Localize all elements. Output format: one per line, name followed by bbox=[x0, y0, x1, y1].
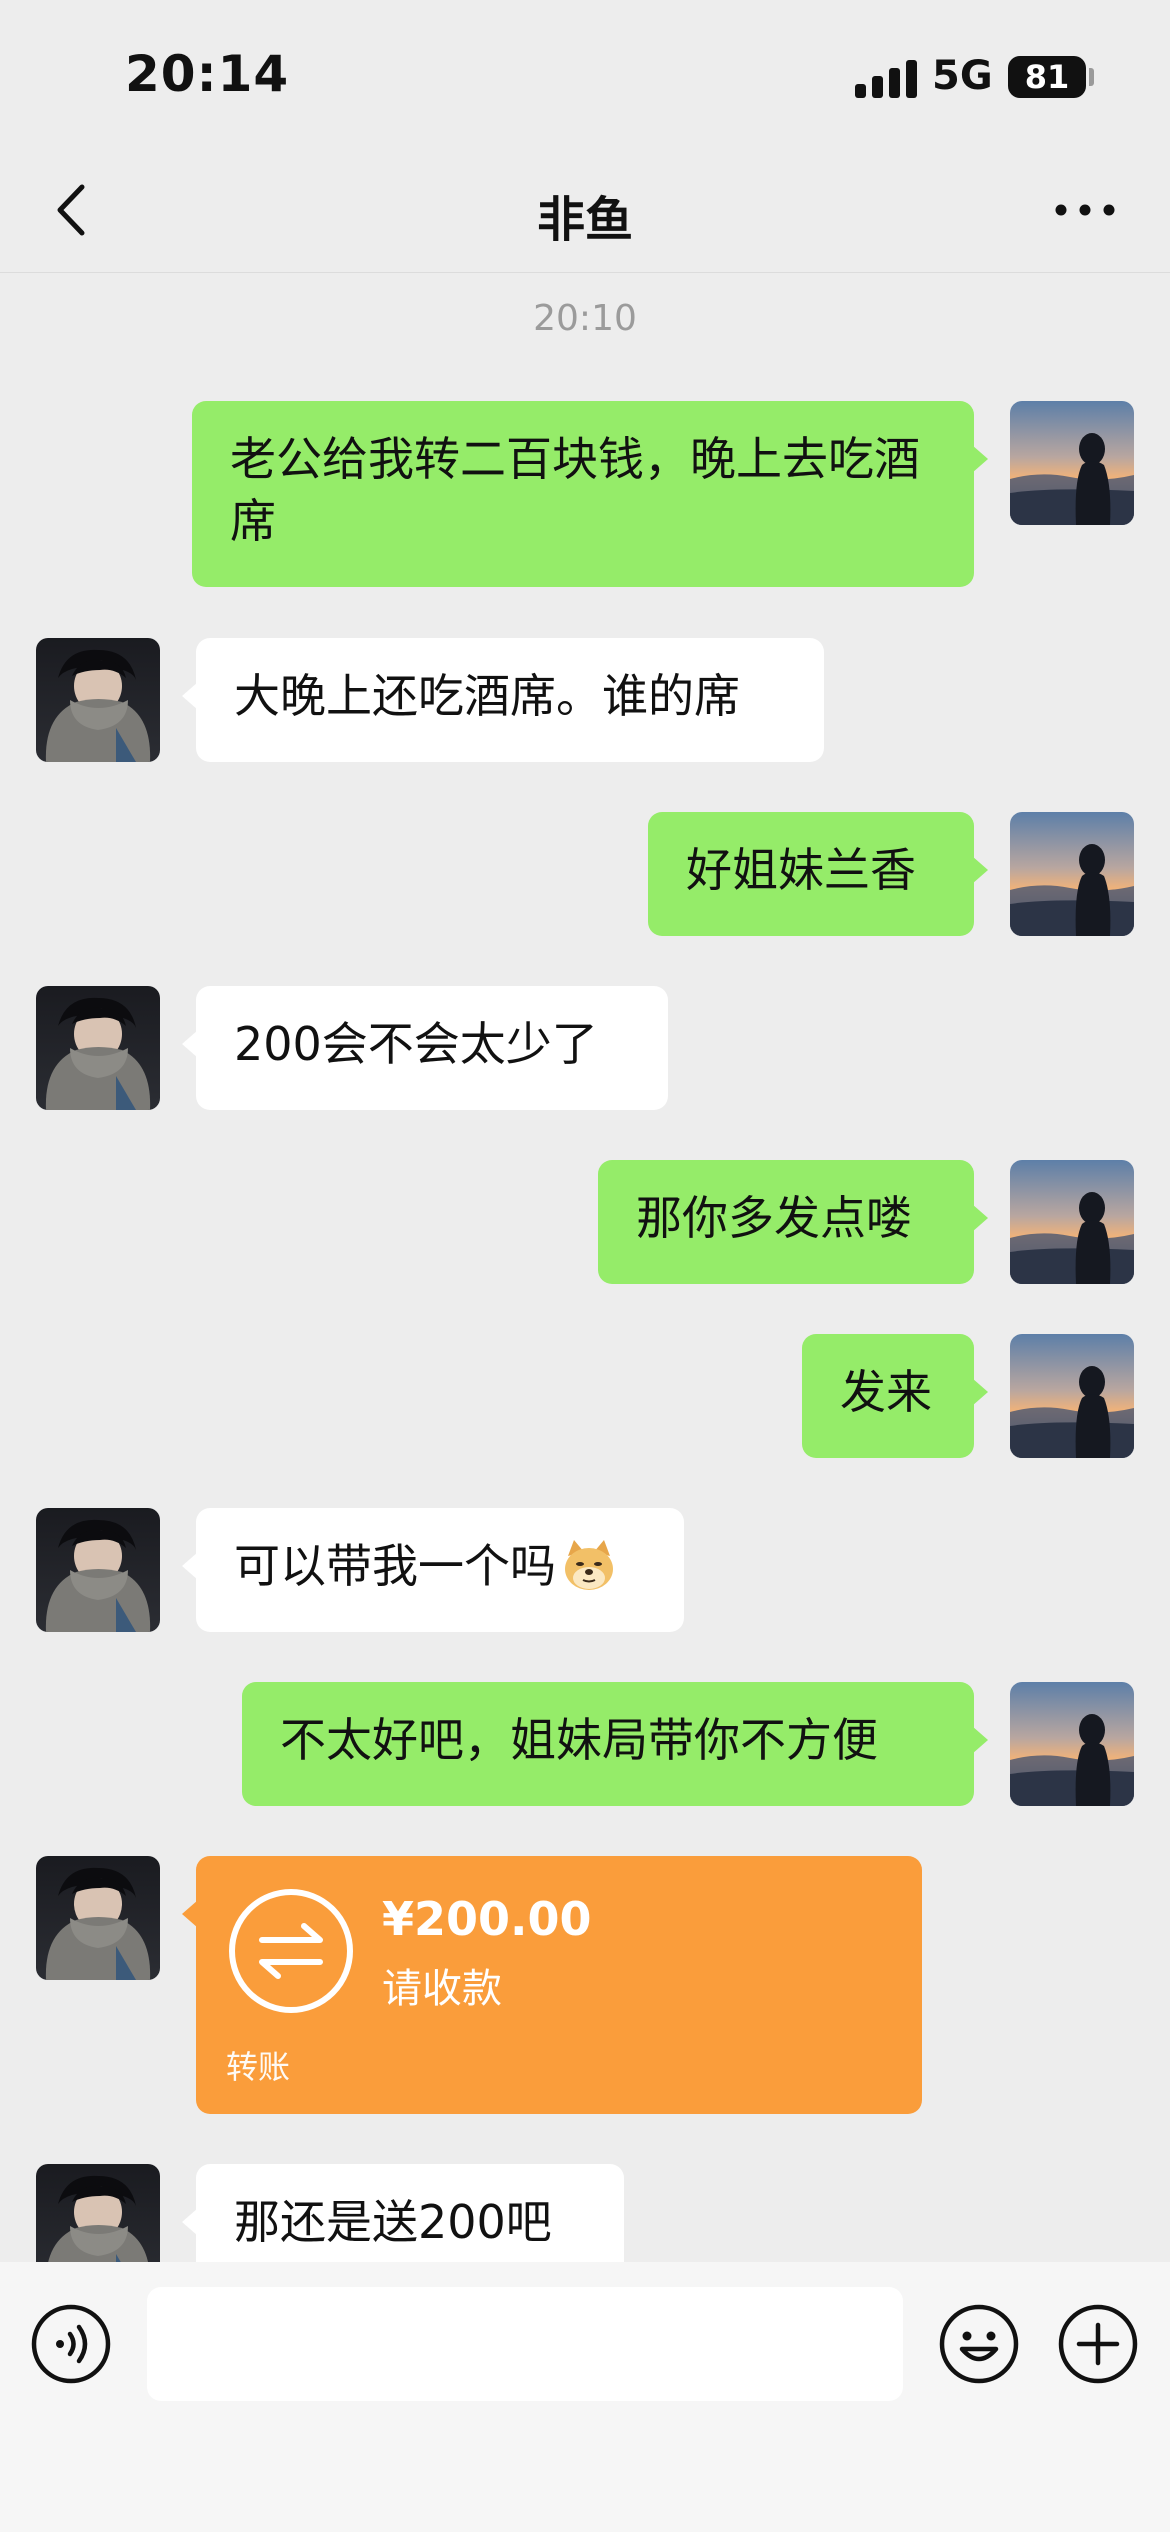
plus-icon bbox=[1058, 2304, 1138, 2384]
my-avatar[interactable] bbox=[1010, 1682, 1134, 1806]
network-type: 5G bbox=[932, 53, 993, 99]
chat-input-bar bbox=[0, 2262, 1170, 2532]
more-dots-icon bbox=[1055, 204, 1115, 216]
battery-tip bbox=[1089, 68, 1094, 86]
sent-message-bubble[interactable]: 老公给我转二百块钱，晚上去吃酒席 bbox=[192, 401, 988, 587]
emoji-button[interactable] bbox=[938, 2303, 1020, 2385]
sent-message-bubble[interactable]: 好姐妹兰香 bbox=[648, 812, 988, 936]
more-options-button[interactable] bbox=[1045, 175, 1125, 245]
received-message-bubble[interactable]: 200会不会太少了 bbox=[182, 986, 668, 1110]
contact-avatar[interactable] bbox=[36, 638, 160, 762]
my-avatar[interactable] bbox=[1010, 401, 1134, 525]
received-message-bubble[interactable]: 大晚上还吃酒席。谁的席 bbox=[182, 638, 824, 762]
signal-icon bbox=[855, 60, 917, 98]
sent-message-bubble[interactable]: 发来 bbox=[802, 1334, 988, 1458]
voice-button[interactable] bbox=[30, 2303, 112, 2385]
transfer-label: 转账 bbox=[226, 2048, 291, 2086]
voice-icon bbox=[31, 2304, 111, 2384]
message-text: 可以带我一个吗 bbox=[234, 1539, 556, 1593]
transfer-status: 请收款 bbox=[382, 1966, 502, 2012]
transfer-amount: ¥200.00 bbox=[382, 1892, 592, 1946]
battery-icon: 81 bbox=[1008, 56, 1086, 98]
status-bar: 20:14 5G 81 bbox=[0, 0, 1170, 150]
my-avatar[interactable] bbox=[1010, 1160, 1134, 1284]
money-transfer-card[interactable]: ¥200.00 请收款 转账 bbox=[182, 1856, 922, 2114]
more-actions-button[interactable] bbox=[1057, 2303, 1139, 2385]
contact-avatar[interactable] bbox=[36, 1508, 160, 1632]
sent-message-bubble[interactable]: 不太好吧，姐妹局带你不方便 bbox=[242, 1682, 988, 1806]
transfer-arrows-icon bbox=[226, 1886, 356, 2016]
message-timestamp: 20:10 bbox=[533, 298, 637, 339]
my-avatar[interactable] bbox=[1010, 812, 1134, 936]
received-message-bubble[interactable]: 可以带我一个吗 bbox=[182, 1508, 684, 1632]
my-avatar[interactable] bbox=[1010, 1334, 1134, 1458]
message-input[interactable] bbox=[147, 2287, 903, 2401]
contact-avatar[interactable] bbox=[36, 986, 160, 1110]
emoji-icon bbox=[939, 2304, 1019, 2384]
sent-message-bubble[interactable]: 那你多发点喽 bbox=[598, 1160, 988, 1284]
contact-name: 非鱼 bbox=[536, 192, 633, 248]
chat-header: 非鱼 bbox=[0, 150, 1170, 273]
contact-avatar[interactable] bbox=[36, 1856, 160, 1980]
doge-emoji-icon bbox=[565, 1540, 613, 1590]
status-time: 20:14 bbox=[125, 45, 290, 103]
